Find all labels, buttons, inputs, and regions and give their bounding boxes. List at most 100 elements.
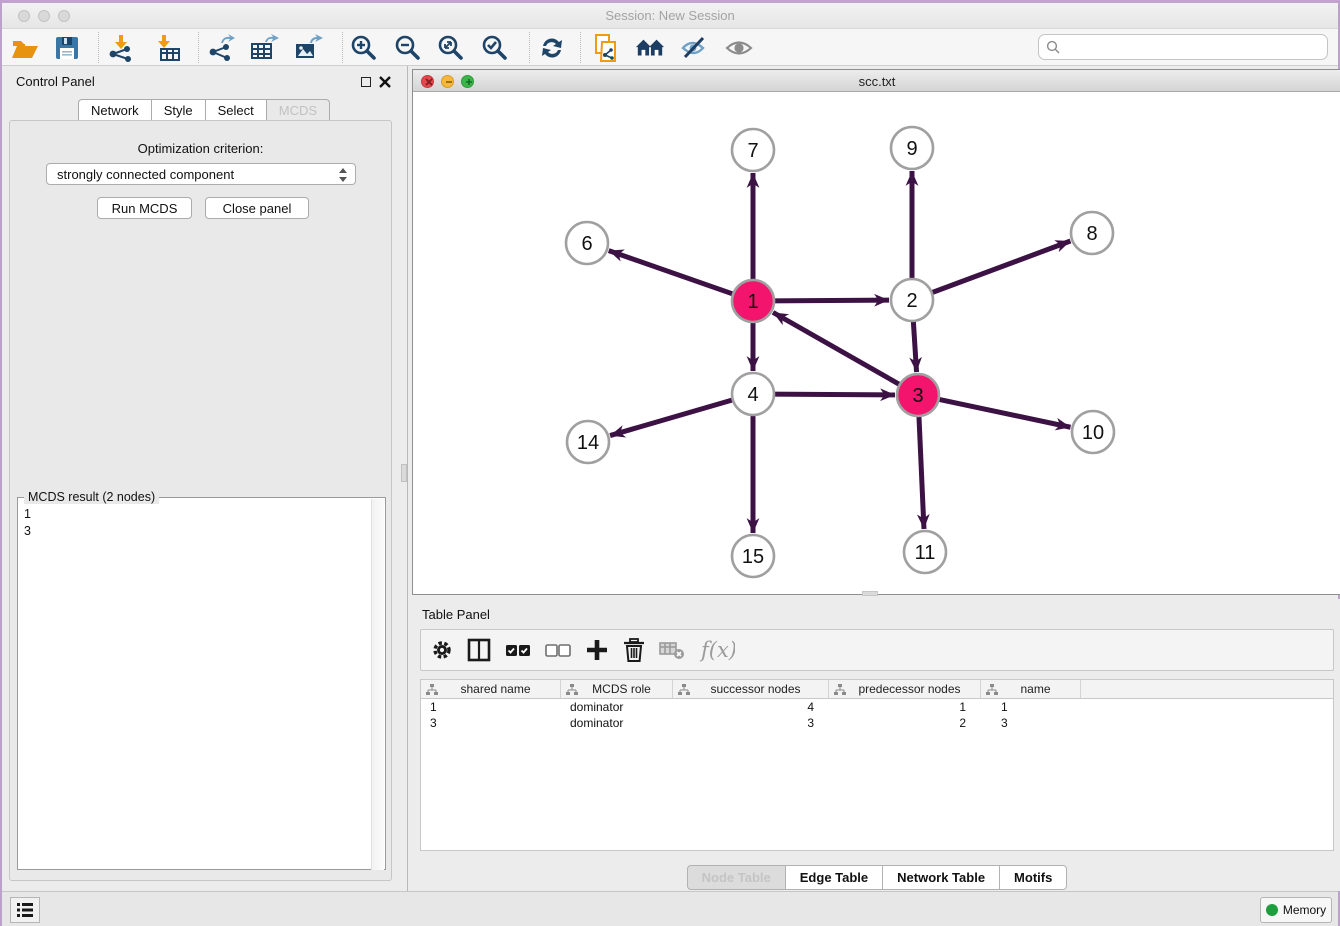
zoom-fit-icon[interactable] — [436, 33, 466, 63]
network-view-window: scc.txt 7 9 6 8 1 2 4 3 14 10 15 11 — [412, 69, 1340, 595]
show-panel-icon[interactable] — [724, 33, 754, 63]
table-row[interactable]: 3dominator323 — [421, 715, 1333, 731]
node-9[interactable]: 9 — [891, 127, 933, 169]
edge-3-1[interactable] — [773, 312, 902, 386]
list-icon — [16, 902, 34, 918]
export-table-icon[interactable] — [249, 33, 279, 63]
node-4[interactable]: 4 — [732, 373, 774, 415]
columns-icon[interactable] — [467, 638, 491, 662]
edge-3-11[interactable] — [919, 413, 924, 529]
node-10[interactable]: 10 — [1072, 411, 1114, 453]
window-title: Session: New Session — [2, 8, 1338, 23]
node-2[interactable]: 2 — [891, 279, 933, 321]
network-title: scc.txt — [413, 74, 1340, 89]
refresh-icon[interactable] — [537, 33, 567, 63]
edge-2-3[interactable] — [913, 318, 916, 372]
tab-network-table[interactable]: Network Table — [882, 865, 999, 890]
import-network-icon[interactable] — [106, 33, 136, 63]
table-toolbar: f(x) — [420, 629, 1334, 671]
task-history-button[interactable] — [10, 897, 40, 923]
open-session-icon[interactable] — [10, 33, 40, 63]
edge-4-14[interactable] — [610, 399, 736, 436]
clone-network-icon[interactable] — [592, 33, 622, 63]
search-box[interactable] — [1038, 34, 1328, 60]
add-icon[interactable] — [585, 638, 609, 662]
select-all-icon[interactable] — [505, 643, 531, 657]
svg-text:10: 10 — [1082, 422, 1104, 444]
table-panel-title: Table Panel — [422, 607, 490, 622]
node-table[interactable]: shared nameMCDS rolesuccessor nodesprede… — [420, 679, 1334, 851]
node-14[interactable]: 14 — [567, 421, 609, 463]
memory-label: Memory — [1283, 903, 1326, 917]
column-header-successor-nodes[interactable]: successor nodes — [673, 680, 829, 698]
column-header-mcds-role[interactable]: MCDS role — [561, 680, 673, 698]
optimization-criterion-label: Optimization criterion: — [10, 141, 391, 156]
float-panel-icon[interactable] — [361, 77, 371, 87]
node-7[interactable]: 7 — [732, 129, 774, 171]
edge-3-10[interactable] — [936, 399, 1071, 428]
main-toolbar — [2, 29, 1338, 66]
export-image-icon[interactable] — [293, 33, 323, 63]
deselect-all-icon[interactable] — [545, 643, 571, 657]
result-scrollbar[interactable] — [371, 499, 384, 870]
zoom-selected-icon[interactable] — [480, 33, 510, 63]
hide-panel-icon[interactable] — [679, 33, 709, 63]
function-builder-icon[interactable]: f(x) — [699, 637, 735, 663]
edge-1-6[interactable] — [609, 251, 736, 295]
zoom-in-icon[interactable] — [349, 33, 379, 63]
node-1[interactable]: 1 — [732, 280, 774, 322]
zoom-out-icon[interactable] — [393, 33, 423, 63]
edge-2-8[interactable] — [929, 241, 1071, 294]
tab-edge-table[interactable]: Edge Table — [785, 865, 882, 890]
vertical-splitter[interactable] — [407, 66, 408, 891]
close-panel-icon[interactable] — [379, 76, 391, 88]
tab-motifs[interactable]: Motifs — [999, 865, 1067, 890]
column-header-shared-name[interactable]: shared name — [421, 680, 561, 698]
node-11[interactable]: 11 — [904, 531, 946, 573]
svg-text:8: 8 — [1086, 223, 1097, 245]
horizontal-splitter-grip[interactable] — [862, 591, 878, 596]
export-network-icon[interactable] — [206, 33, 236, 63]
edge-1-2[interactable] — [771, 300, 889, 301]
network-window-titlebar[interactable]: scc.txt — [413, 70, 1340, 92]
mcds-result-line: 3 — [24, 523, 31, 540]
import-table-icon[interactable] — [153, 33, 183, 63]
column-header-predecessor-nodes[interactable]: predecessor nodes — [829, 680, 981, 698]
tab-node-table[interactable]: Node Table — [687, 865, 785, 890]
cell-name: 1 — [981, 699, 1081, 715]
close-panel-button[interactable]: Close panel — [205, 197, 309, 219]
tab-style[interactable]: Style — [151, 99, 205, 121]
control-panel-header: Control Panel — [2, 66, 399, 92]
cell-predecessor-nodes: 2 — [829, 715, 981, 731]
network-graph[interactable]: 7 9 6 8 1 2 4 3 14 10 15 11 — [413, 92, 1340, 594]
delete-icon[interactable] — [623, 638, 645, 662]
tab-network[interactable]: Network — [78, 99, 151, 121]
search-input[interactable] — [1065, 40, 1327, 54]
table-row[interactable]: 1dominator411 — [421, 699, 1333, 715]
tab-select[interactable]: Select — [205, 99, 266, 121]
node-8[interactable]: 8 — [1071, 212, 1113, 254]
network-canvas[interactable]: 7 9 6 8 1 2 4 3 14 10 15 11 — [413, 92, 1340, 594]
memory-button[interactable]: Memory — [1260, 897, 1332, 923]
column-header-name[interactable]: name — [981, 680, 1081, 698]
save-session-icon[interactable] — [52, 33, 82, 63]
node-3[interactable]: 3 — [897, 374, 939, 416]
svg-text:9: 9 — [906, 138, 917, 160]
edge-4-3[interactable] — [771, 394, 895, 395]
node-6[interactable]: 6 — [566, 222, 608, 264]
vertical-splitter-grip[interactable] — [401, 464, 407, 482]
dropdown-stepper-icon — [338, 167, 348, 183]
control-panel-tabs: NetworkStyleSelectMCDS — [78, 99, 330, 121]
node-15[interactable]: 15 — [732, 535, 774, 577]
gear-icon[interactable] — [431, 639, 453, 661]
table-panel: Table Panel f(x) shared nameMCDS rolesuc… — [412, 599, 1340, 891]
optimization-criterion-dropdown[interactable]: strongly connected component — [46, 163, 356, 185]
run-mcds-button[interactable]: Run MCDS — [97, 197, 192, 219]
delete-table-icon[interactable] — [659, 639, 685, 661]
memory-status-icon — [1266, 904, 1278, 916]
tab-mcds[interactable]: MCDS — [266, 99, 330, 121]
cell-shared-name: 1 — [421, 699, 561, 715]
home-layout-icon[interactable] — [635, 33, 665, 63]
cell-mcds-role: dominator — [561, 715, 673, 731]
svg-text:6: 6 — [581, 233, 592, 255]
